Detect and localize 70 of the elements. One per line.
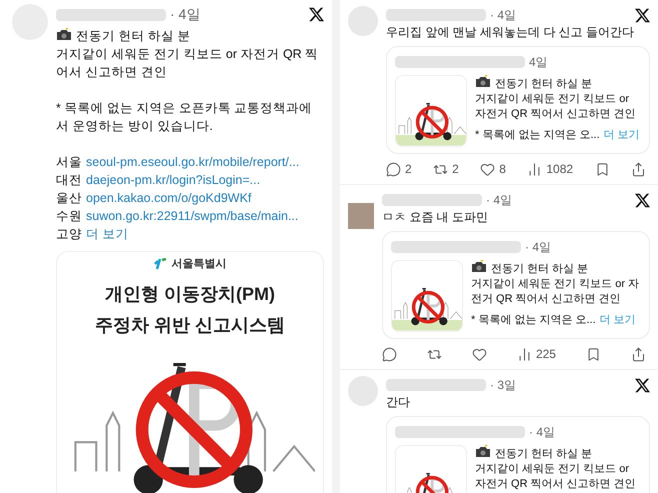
quoted-post-card[interactable]: · 4일 전동기 헌터 하실 분 거지같이 세워둔 전기 킥보드 or 자전거 QR 찍어서 신고하면 견인 * 목록에 없는 지역은 오... 더 보기 [382, 231, 650, 339]
quoted-title: 전동기 헌터 하실 분 [475, 75, 641, 92]
city-label: 서울 [56, 154, 82, 171]
post-note: * 목록에 없는 지역은 오픈카톡 교통정책과에서 운영하는 방이 있습니다. [56, 100, 314, 135]
link[interactable]: seoul-pm.eseoul.go.kr/mobile/report/... [86, 153, 300, 171]
post-title: 전동기 헌터 하실 분 [56, 27, 324, 45]
reply-icon [382, 346, 397, 362]
like-button[interactable] [472, 346, 487, 362]
quoted-body: 거지같이 세워둔 전기 킥보드 or 자전거 QR 찍어서 신고하면 견인 [475, 462, 637, 492]
bookmark-button[interactable] [586, 346, 601, 362]
like-button[interactable]: 8 [480, 160, 506, 178]
heart-icon [472, 346, 487, 362]
quoted-note: * 목록에 없는 지역은 오... [475, 128, 600, 143]
post-time: 4일 [529, 54, 548, 71]
post-time: · 4일 [170, 5, 200, 24]
city-label: 고양 [56, 226, 82, 243]
repost-button[interactable]: 2 [433, 160, 459, 178]
bookmark-icon [586, 346, 601, 362]
x-logo-icon [635, 8, 650, 22]
views-button[interactable]: 225 [516, 345, 556, 363]
post-body: 거지같이 세워둔 전기 킥보드 or 자전거 QR 찍어서 신고하면 견인 [56, 46, 320, 81]
bookmark-button[interactable] [594, 162, 610, 176]
x-logo-icon [635, 192, 650, 208]
quoted-body: 거지같이 세워둔 전기 킥보드 or 자전거 QR 찍어서 신고하면 견인 [471, 277, 640, 307]
quoted-body: 거지같이 세워둔 전기 킥보드 or 자전거 QR 찍어서 신고하면 견인 [475, 92, 637, 122]
views-button[interactable]: 1082 [527, 160, 574, 178]
x-logo-icon [635, 378, 650, 392]
quoted-title: 전동기 헌터 하실 분 [471, 260, 641, 277]
quoted-title: 전동기 헌터 하실 분 [475, 445, 641, 462]
camera-icon [471, 260, 487, 273]
quoted-post-card[interactable]: 4일 전동기 헌터 하실 분 거지같이 세워둔 전기 킥보드 or 자전거 QR 찍어서 신고하면 견인 * 목록에 없는 지역은 오... 더 보기 [386, 46, 650, 154]
city-label: 울산 [56, 190, 82, 207]
reply-text: 간다 [386, 394, 411, 410]
reply-button[interactable]: 2 [386, 160, 412, 178]
post-time: · 4일 [490, 7, 516, 24]
city-label: 대전 [56, 172, 82, 189]
quoted-post-card[interactable]: · 4일 전동기 헌터 하실 분 거지같이 세워둔 전기 킥보드 or 자전거 QR 찍어서 신고하면 견인 [386, 416, 650, 493]
share-icon [630, 346, 646, 362]
post-time: · 4일 [486, 192, 512, 209]
post-time: · 4일 [525, 239, 552, 256]
link[interactable]: open.kakao.com/o/goKd9WKf [86, 189, 252, 207]
camera-icon [56, 28, 72, 41]
x-logo-icon [309, 7, 324, 22]
share-icon [630, 162, 646, 176]
link[interactable]: 더 보기 [86, 225, 128, 243]
link[interactable]: suwon.go.kr:22911/swpm/base/main... [86, 207, 298, 225]
reply-button[interactable] [382, 346, 397, 362]
heart-icon [480, 162, 496, 176]
link[interactable]: daejeon-pm.kr/login?isLogin=... [86, 171, 260, 189]
org-name: 서울특별시 [172, 257, 226, 272]
post-time: · 4일 [529, 424, 556, 441]
reply-text: ㅁㅊ 요즘 내 도파민 [382, 209, 490, 225]
poster-headline: 개인형 이동장치(PM) [105, 282, 275, 306]
camera-icon [475, 75, 491, 88]
reply-text: 우리집 앞에 맨날 세워놓는데 다 신고 들어간다 [386, 24, 636, 40]
quoted-note: * 목록에 없는 지역은 오... [471, 313, 596, 328]
logo-icon [154, 258, 168, 270]
no-scooter-parking-drawing [396, 103, 466, 146]
poster-headline: 주정차 위반 신고시스템 [94, 314, 285, 336]
avatar [348, 203, 374, 229]
reply-icon [386, 162, 401, 176]
camera-icon [475, 445, 491, 458]
post-time: · 3일 [490, 377, 516, 394]
city-label: 수원 [56, 208, 82, 225]
bar-chart-icon [527, 162, 542, 176]
bookmark-icon [594, 162, 610, 176]
bar-chart-icon [516, 346, 532, 362]
share-button[interactable] [630, 162, 646, 176]
share-button[interactable] [630, 346, 646, 362]
no-scooter-parking-drawing [392, 288, 462, 331]
